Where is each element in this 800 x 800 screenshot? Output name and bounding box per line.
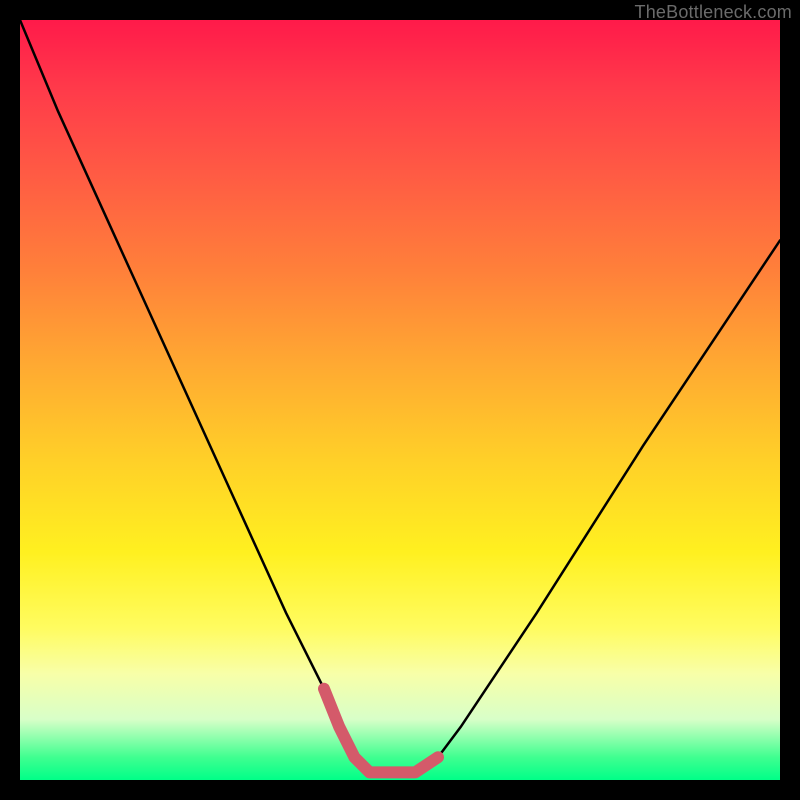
bottleneck-curve (20, 20, 780, 772)
chart-svg (20, 20, 780, 780)
plot-area (20, 20, 780, 780)
chart-container: TheBottleneck.com (0, 0, 800, 800)
valley-highlight (324, 689, 438, 773)
